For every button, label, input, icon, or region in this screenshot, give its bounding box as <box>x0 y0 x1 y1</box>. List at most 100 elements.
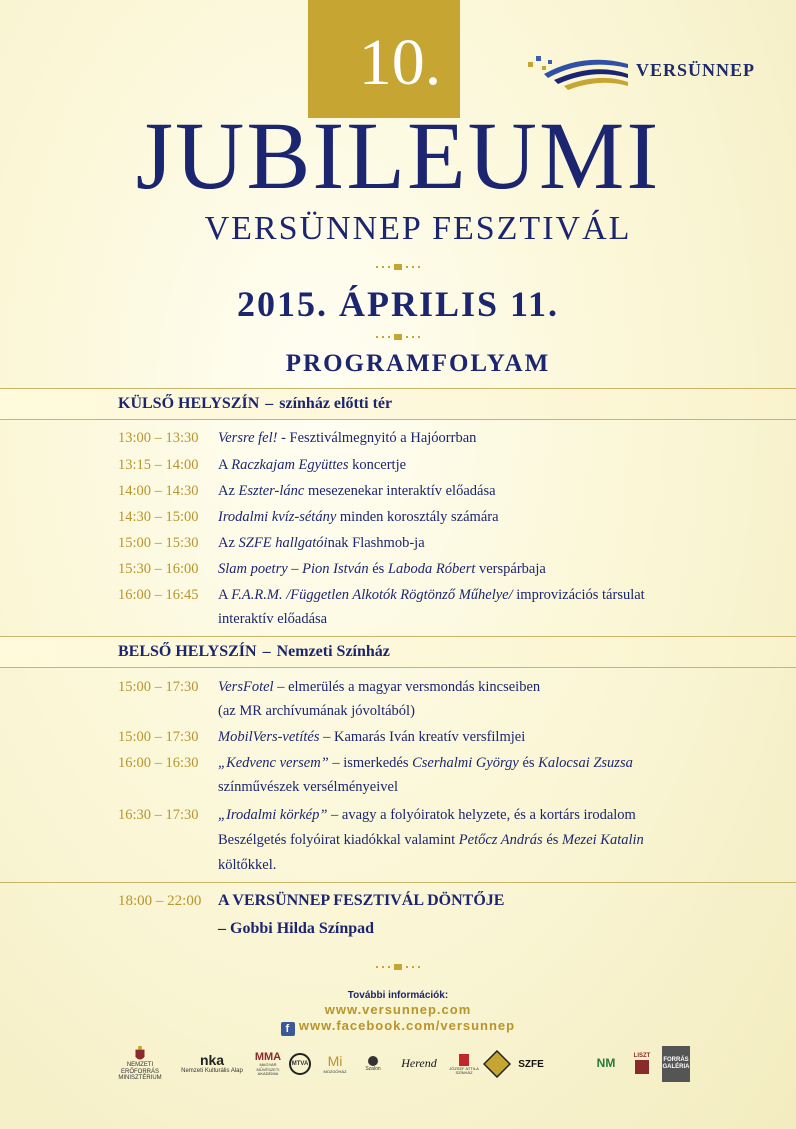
schedule-row-continuation: Beszélgetés folyóirat kiadókkal valamint… <box>218 832 644 849</box>
sponsor-logo: Mi MOZGÓHÁZ <box>320 1046 350 1082</box>
sponsor-logo <box>482 1046 512 1082</box>
event-desc: A <box>218 587 232 603</box>
event-name: „Irodalmi körkép” <box>218 807 328 823</box>
time-slot: 14:30 – 15:00 <box>118 509 199 525</box>
event-desc: nak Flashmob-ja <box>327 535 425 551</box>
facebook-url: www.facebook.com/versunnep <box>298 1018 516 1033</box>
sponsor-logo: NM <box>586 1046 626 1082</box>
event-name: Eszter-lánc <box>238 483 305 499</box>
schedule-row: 16:30 – 17:30 „Irodalmi körkép” – avagy a… <box>118 807 636 824</box>
event-desc: verspárbaja <box>475 561 546 577</box>
music-logo-icon <box>635 1060 649 1075</box>
venue-name: BELSŐ HELYSZÍN <box>118 643 257 660</box>
sponsor-logo: MMA MAGYAR MŰVÉSZETI AKADÉMIA <box>250 1046 286 1082</box>
ornament-divider-icon <box>376 964 420 970</box>
ornament-divider-icon <box>376 334 420 340</box>
festival-subtitle: VERSÜNNEP FESZTIVÁL <box>204 210 632 247</box>
info-label: További információk: <box>347 990 449 1001</box>
performer-name: Pion István <box>302 561 369 577</box>
section-title: BELSŐ HELYSZÍN – Nemzeti Színház <box>118 643 390 660</box>
time-slot: 16:00 – 16:30 <box>118 755 199 771</box>
event-desc: koncertje <box>348 457 407 473</box>
event-name: MobilVers-vetítés <box>218 729 320 745</box>
event-desc: és <box>368 561 388 577</box>
diamond-logo-icon <box>483 1050 511 1078</box>
event-desc: – avagy a folyóiratok helyzete, és a kor… <box>327 807 636 823</box>
sponsor-name: FORRÁS GALÉRIA <box>662 1057 690 1070</box>
event-name: „Kedvenc versem” <box>218 755 329 771</box>
time-slot: 15:30 – 16:00 <box>118 561 199 577</box>
event-date: 2015. ÁPRILIS 11. <box>236 284 560 324</box>
event-desc: – elmerülés a magyar versmondás kincseib… <box>273 679 541 695</box>
schedule-row: 15:00 – 15:30 Az SZFE hallgatóinak Flashm… <box>118 535 425 552</box>
time-slot: 15:00 – 15:30 <box>118 535 199 551</box>
sponsor-logo: SZFE <box>516 1046 546 1082</box>
sponsor-name: MTVA <box>289 1053 311 1075</box>
sponsor-name: JÓZSEF ATTILA SZÍNHÁZ <box>449 1065 479 1075</box>
sponsor-logo: JÓZSEF ATTILA SZÍNHÁZ <box>446 1046 482 1082</box>
sponsor-logo: Szalon <box>356 1046 390 1082</box>
schedule-row: 13:15 – 14:00 A Raczkajam Együttes koncer… <box>118 457 406 474</box>
event-name: SZFE hallgatói <box>238 535 328 551</box>
time-slot: 13:00 – 13:30 <box>118 430 199 446</box>
ornament-divider-icon <box>376 264 420 270</box>
schedule-row: 16:00 – 16:30 „Kedvenc versem” – ismerked… <box>118 755 633 772</box>
event-name: Slam poetry <box>218 561 288 577</box>
facebook-icon: f <box>280 1022 295 1036</box>
event-name: VersFotel <box>218 679 274 695</box>
facebook-link[interactable]: f www.facebook.com/versunnep <box>0 1018 796 1036</box>
brand-name: VERSÜNNEP <box>636 60 756 80</box>
sponsor-name: LISZT <box>633 1052 651 1059</box>
schedule-row: 13:00 – 13:30 Versre fel! - Fesztiválmegn… <box>118 430 476 447</box>
sponsor-name: SZFE <box>518 1058 544 1070</box>
divider <box>0 882 796 883</box>
theater-icon <box>459 1053 469 1066</box>
sponsor-name: Szalon <box>365 1066 381 1073</box>
program-heading: PROGRAMFOLYAM <box>285 350 551 377</box>
venue-place: Nemzeti Színház <box>276 643 390 660</box>
sponsor-name: Mi <box>327 1053 343 1070</box>
website-link[interactable]: www.versunnep.com <box>0 1002 796 1017</box>
event-desc: minden korosztály számára <box>336 509 499 525</box>
event-name: Irodalmi kvíz-sétány <box>218 509 337 525</box>
performer-name: Kalocsai Zsuzsa <box>538 755 633 771</box>
schedule-row-continuation: színművészek versélményeivel <box>218 779 398 795</box>
schedule-row-continuation: interaktív előadása <box>218 611 328 627</box>
sponsor-subname: MAGYAR MŰVÉSZETI AKADÉMIA <box>256 1062 280 1077</box>
section-header-outdoor: KÜLSŐ HELYSZÍN – színház előtti tér <box>0 388 796 420</box>
sponsor-logo: Herend <box>396 1046 442 1082</box>
sponsor-logo: LISZT <box>630 1046 654 1082</box>
sponsor-logos: NEMZETI ERŐFORRÁS MINISZTÉRIUM nka Nemze… <box>110 1046 690 1082</box>
venue-name: KÜLSŐ HELYSZÍN <box>118 395 260 412</box>
time-slot: 13:15 – 14:00 <box>118 457 199 473</box>
event-name: F.A.R.M. /Független Alkotók Rögtönző Műh… <box>231 587 513 603</box>
sponsor-name: NM <box>596 1056 616 1071</box>
section-title: KÜLSŐ HELYSZÍN – színház előtti tér <box>118 395 393 412</box>
event-desc: Beszélgetés folyóirat kiadókkal valamint <box>218 832 459 848</box>
final-title: A VERSÜNNEP FESZTIVÁL DÖNTŐJE <box>218 892 505 909</box>
event-desc: mesezenekar interaktív előadása <box>304 483 496 499</box>
main-title: JUBILEUMI <box>135 102 661 209</box>
sponsor-name: NEMZETI ERŐFORRÁS MINISZTÉRIUM <box>118 1062 162 1082</box>
time-slot: 15:00 – 17:30 <box>118 729 199 745</box>
time-slot: 16:30 – 17:30 <box>118 807 199 823</box>
schedule-row-continuation: költőkkel. <box>218 857 277 873</box>
coat-of-arms-icon <box>135 1046 145 1060</box>
event-desc: A <box>218 457 232 473</box>
event-desc: és <box>518 755 539 771</box>
schedule-row: 15:00 – 17:30 VersFotel – elmerülés a mag… <box>118 679 540 696</box>
schedule-row: 14:00 – 14:30 Az Eszter-lánc mesezenekar … <box>118 483 496 500</box>
schedule-row-continuation: (az MR archívumának jóvoltából) <box>218 703 415 719</box>
time-slot: 14:00 – 14:30 <box>118 483 199 499</box>
event-name: Versre fel! <box>218 430 278 446</box>
final-venue: – Gobbi Hilda Színpad <box>218 920 375 937</box>
sponsor-name: nka <box>199 1052 225 1068</box>
section-header-indoor: BELSŐ HELYSZÍN – Nemzeti Színház <box>0 636 796 668</box>
event-name: Raczkajam Együttes <box>231 457 349 473</box>
time-slot: 16:00 – 16:45 <box>118 587 199 603</box>
performer-name: Mezei Katalin <box>562 832 644 848</box>
schedule-row: 14:30 – 15:00 Irodalmi kvíz-sétány minden… <box>118 509 499 526</box>
edition-number: 10. <box>358 26 442 99</box>
schedule-row: 16:00 – 16:45 A F.A.R.M. /Független Alkot… <box>118 587 645 604</box>
final-row: 18:00 – 22:00 A VERSÜNNEP FESZTIVÁL DÖNTŐ… <box>118 892 504 910</box>
